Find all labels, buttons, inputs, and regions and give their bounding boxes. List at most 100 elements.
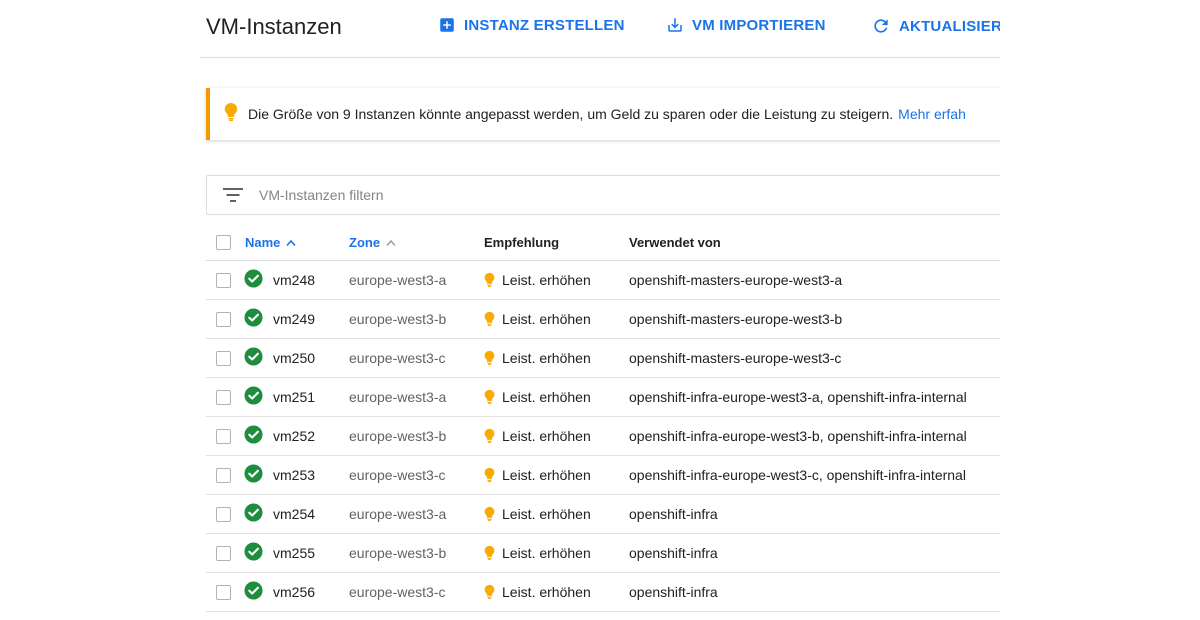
- row-checkbox[interactable]: [216, 350, 231, 366]
- used-by-cell: openshift-infra-europe-west3-c, openshif…: [629, 467, 966, 483]
- lightbulb-icon: [484, 506, 502, 522]
- table-row[interactable]: vm251 europe-west3-a Leist. erhöhen openshi…: [206, 378, 1000, 417]
- page-header: VM-Instanzen INSTANZ ERSTELLEN VM IMPORT…: [200, 0, 1000, 58]
- header-select-cell: [216, 224, 231, 260]
- row-checkbox[interactable]: [216, 389, 231, 405]
- select-all-checkbox[interactable]: [216, 234, 231, 250]
- recommendation-link[interactable]: Leist. erhöhen: [484, 311, 591, 327]
- zone-cell: europe-west3-c: [349, 584, 446, 600]
- row-checkbox[interactable]: [216, 584, 231, 600]
- table-row[interactable]: vm256 europe-west3-c Leist. erhöhen openshi…: [206, 573, 1000, 612]
- create-instance-button[interactable]: INSTANZ ERSTELLEN: [438, 16, 625, 34]
- recommendation-cell[interactable]: Leist. erhöhen: [484, 300, 591, 338]
- instance-name-link[interactable]: vm253: [273, 467, 315, 483]
- recommendation-link[interactable]: Leist. erhöhen: [484, 467, 591, 483]
- lightbulb-icon: [484, 584, 502, 600]
- instance-name-link[interactable]: vm252: [273, 428, 315, 444]
- recommendation-link[interactable]: Leist. erhöhen: [484, 272, 591, 288]
- learn-more-link[interactable]: Mehr erfah: [898, 106, 966, 122]
- lightbulb-icon: [484, 389, 502, 405]
- table-row[interactable]: vm255 europe-west3-b Leist. erhöhen openshi…: [206, 534, 1000, 573]
- status-cell: [244, 261, 263, 299]
- recommendation-label: Leist. erhöhen: [502, 311, 591, 327]
- column-header-zone[interactable]: Zone: [349, 224, 396, 260]
- instance-name-link[interactable]: vm249: [273, 311, 315, 327]
- recommendation-cell[interactable]: Leist. erhöhen: [484, 417, 591, 455]
- row-checkbox[interactable]: [216, 506, 231, 522]
- table-row[interactable]: vm250 europe-west3-c Leist. erhöhen openshi…: [206, 339, 1000, 378]
- table-row[interactable]: vm252 europe-west3-b Leist. erhöhen openshi…: [206, 417, 1000, 456]
- instance-name-link[interactable]: vm255: [273, 545, 315, 561]
- check-circle-icon: [244, 308, 263, 330]
- recommendation-link[interactable]: Leist. erhöhen: [484, 428, 591, 444]
- row-checkbox[interactable]: [216, 545, 231, 561]
- instance-name-link[interactable]: vm254: [273, 506, 315, 522]
- recommendation-cell[interactable]: Leist. erhöhen: [484, 261, 591, 299]
- recommendation-link[interactable]: Leist. erhöhen: [484, 506, 591, 522]
- instance-name-link[interactable]: vm248: [273, 272, 315, 288]
- table-header: Name Zone Empfehlung Verwendet von: [206, 224, 1000, 261]
- row-select-cell: [216, 261, 231, 299]
- recommendation-label: Leist. erhöhen: [502, 584, 591, 600]
- recommendation-link[interactable]: Leist. erhöhen: [484, 389, 591, 405]
- recommendation-link[interactable]: Leist. erhöhen: [484, 545, 591, 561]
- lightbulb-icon: [484, 545, 502, 561]
- table-row[interactable]: vm254 europe-west3-a Leist. erhöhen openshi…: [206, 495, 1000, 534]
- recommendation-cell[interactable]: Leist. erhöhen: [484, 339, 591, 377]
- column-header-name-label: Name: [245, 234, 281, 250]
- instance-name-cell: vm250: [273, 339, 315, 377]
- recommendation-cell[interactable]: Leist. erhöhen: [484, 378, 591, 416]
- recommendation-cell[interactable]: Leist. erhöhen: [484, 534, 591, 572]
- banner-message: Die Größe von 9 Instanzen könnte angepas…: [248, 106, 894, 122]
- used-by-cell: openshift-infra-europe-west3-b, openshif…: [629, 428, 967, 444]
- column-header-zone-label: Zone: [349, 234, 381, 250]
- table-row[interactable]: vm253 europe-west3-c Leist. erhöhen openshi…: [206, 456, 1000, 495]
- refresh-button[interactable]: AKTUALISIERE: [871, 16, 1000, 36]
- recommendation-link[interactable]: Leist. erhöhen: [484, 584, 591, 600]
- create-instance-label: INSTANZ ERSTELLEN: [464, 16, 625, 34]
- status-cell: [244, 378, 263, 416]
- sort-icon: [386, 235, 396, 250]
- row-checkbox[interactable]: [216, 272, 231, 288]
- import-vm-button[interactable]: VM IMPORTIEREN: [666, 16, 826, 34]
- lightbulb-icon: [484, 350, 502, 366]
- recommendation-label: Leist. erhöhen: [502, 428, 591, 444]
- instance-name-cell: vm253: [273, 456, 315, 494]
- zone-cell: europe-west3-c: [349, 467, 446, 483]
- recommendation-cell[interactable]: Leist. erhöhen: [484, 495, 591, 533]
- check-circle-icon: [244, 269, 263, 291]
- row-select-cell: [216, 495, 231, 533]
- check-circle-icon: [244, 386, 263, 408]
- page-title: VM-Instanzen: [206, 14, 342, 39]
- recommendation-cell[interactable]: Leist. erhöhen: [484, 573, 591, 611]
- lightbulb-icon: [484, 428, 502, 444]
- row-checkbox[interactable]: [216, 428, 231, 444]
- lightbulb-icon: [224, 102, 238, 126]
- recommendation-label: Leist. erhöhen: [502, 545, 591, 561]
- table-row[interactable]: vm248 europe-west3-a Leist. erhöhen openshi…: [206, 261, 1000, 300]
- recommendation-label: Leist. erhöhen: [502, 389, 591, 405]
- filter-bar: [206, 175, 1000, 215]
- row-checkbox[interactable]: [216, 467, 231, 483]
- instance-name-link[interactable]: vm251: [273, 389, 315, 405]
- recommendation-cell[interactable]: Leist. erhöhen: [484, 456, 591, 494]
- download-icon: [666, 16, 684, 34]
- filter-list-icon: [207, 188, 259, 202]
- row-select-cell: [216, 300, 231, 338]
- instance-name-cell: vm252: [273, 417, 315, 455]
- zone-cell: europe-west3-b: [349, 311, 447, 327]
- status-cell: [244, 300, 263, 338]
- instance-name-link[interactable]: vm256: [273, 584, 315, 600]
- zone-cell: europe-west3-b: [349, 428, 447, 444]
- instance-name-link[interactable]: vm250: [273, 350, 315, 366]
- zone-cell: europe-west3-a: [349, 506, 447, 522]
- instance-name-cell: vm256: [273, 573, 315, 611]
- table-row[interactable]: vm249 europe-west3-b Leist. erhöhen openshi…: [206, 300, 1000, 339]
- used-by-cell: openshift-masters-europe-west3-b: [629, 311, 843, 327]
- instance-name-cell: vm254: [273, 495, 315, 533]
- recommendation-link[interactable]: Leist. erhöhen: [484, 350, 591, 366]
- row-checkbox[interactable]: [216, 311, 231, 327]
- check-circle-icon: [244, 542, 263, 564]
- column-header-name[interactable]: Name: [245, 224, 297, 260]
- filter-input[interactable]: [259, 187, 859, 203]
